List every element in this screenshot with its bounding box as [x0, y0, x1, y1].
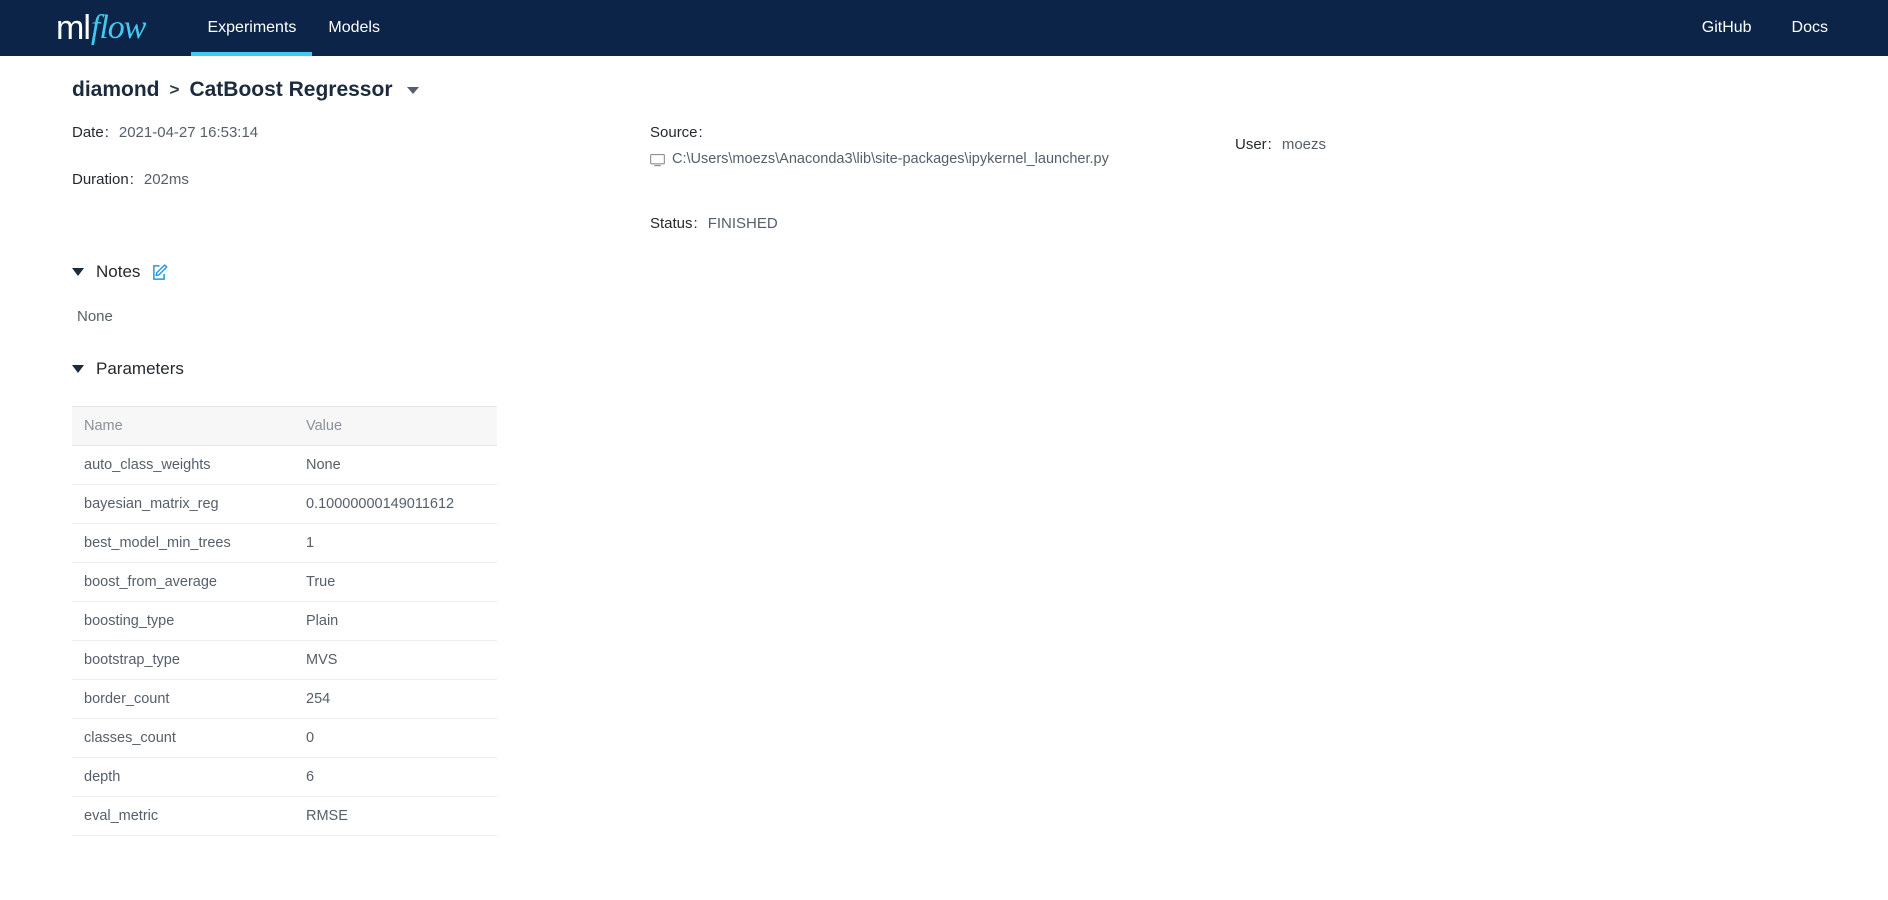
column-header-name[interactable]: Name	[72, 406, 294, 446]
nav-tab-experiments[interactable]: Experiments	[191, 0, 313, 56]
metadata-duration-row: Duration : 202ms	[72, 171, 258, 188]
table-row: depth 6	[72, 757, 497, 797]
nav-tab-models-label: Models	[328, 19, 380, 36]
notes-section-header[interactable]: Notes	[72, 262, 1888, 282]
monitor-icon	[650, 153, 665, 166]
metadata-column-left: Date : 2021-04-27 16:53:14 Duration : 20…	[72, 124, 258, 218]
table-row: auto_class_weights None	[72, 445, 497, 485]
metadata-source-colon: :	[698, 124, 703, 141]
metadata-date-colon: :	[104, 124, 109, 141]
nav-tab-models[interactable]: Models	[312, 0, 396, 56]
param-value-cell: RMSE	[294, 796, 497, 836]
metadata-status-row: Status : FINISHED	[650, 215, 1109, 232]
param-value-cell: 0.10000000149011612	[294, 484, 497, 524]
param-value-cell: None	[294, 445, 497, 485]
chevron-down-icon[interactable]	[406, 86, 419, 94]
metadata-date-label: Date	[72, 124, 104, 141]
breadcrumb: diamond > CatBoost Regressor	[0, 56, 1888, 102]
param-name-cell: best_model_min_trees	[72, 523, 294, 563]
breadcrumb-separator-icon: >	[169, 80, 180, 99]
param-name-cell: depth	[72, 757, 294, 797]
table-row: boost_from_average True	[72, 562, 497, 602]
column-header-value[interactable]: Value	[294, 406, 497, 446]
parameters-title: Parameters	[96, 359, 184, 378]
primary-nav: Experiments Models	[191, 0, 396, 56]
run-metadata: Date : 2021-04-27 16:53:14 Duration : 20…	[0, 124, 1888, 234]
metadata-duration-value: 202ms	[143, 171, 189, 188]
param-name-cell: auto_class_weights	[72, 445, 294, 485]
param-name-cell: eval_metric	[72, 796, 294, 836]
secondary-nav: GitHub Docs	[1682, 0, 1848, 56]
nav-link-github-label: GitHub	[1701, 19, 1752, 36]
top-navigation-bar: ml flow Experiments Models GitHub Docs	[0, 0, 1888, 56]
parameters-section-header[interactable]: Parameters	[72, 359, 1888, 379]
metadata-duration-label: Duration	[72, 171, 129, 188]
notes-section: Notes None	[0, 262, 1888, 325]
param-name-cell: border_count	[72, 679, 294, 719]
metadata-source-label: Source	[650, 124, 698, 141]
metadata-user-value: moezs	[1281, 136, 1327, 153]
metadata-user-row: User : moezs	[1235, 136, 1326, 153]
param-name-cell: bayesian_matrix_reg	[72, 484, 294, 524]
status-badge: FINISHED	[707, 215, 778, 232]
notes-title: Notes	[96, 262, 141, 281]
table-row: border_count 254	[72, 679, 497, 719]
caret-down-icon	[72, 268, 84, 276]
metadata-duration-colon: :	[129, 171, 134, 188]
metadata-source-row: Source: C:\Users\moezs\Anaconda3\lib\sit…	[650, 124, 1109, 167]
param-value-cell: True	[294, 562, 497, 602]
parameters-table: Name Value auto_class_weights None bayesia…	[72, 406, 497, 836]
metadata-source-value: C:\Users\moezs\Anaconda3\lib\site-packag…	[672, 151, 1109, 167]
metadata-column-right: User : moezs	[1235, 136, 1326, 183]
caret-down-icon	[72, 365, 84, 373]
nav-tab-experiments-label: Experiments	[207, 19, 297, 36]
nav-link-docs-label: Docs	[1791, 19, 1828, 36]
metadata-status-colon: :	[693, 215, 698, 232]
metadata-date-value: 2021-04-27 16:53:14	[118, 124, 259, 141]
mlflow-logo[interactable]: ml flow	[56, 0, 155, 56]
param-name-cell: bootstrap_type	[72, 640, 294, 680]
table-row: classes_count 0	[72, 718, 497, 758]
metadata-source-label-wrap: Source:	[650, 124, 1109, 141]
metadata-date-row: Date : 2021-04-27 16:53:14	[72, 124, 258, 141]
param-value-cell: MVS	[294, 640, 497, 680]
param-value-cell: 0	[294, 718, 497, 758]
param-name-cell: classes_count	[72, 718, 294, 758]
logo-text-ml: ml	[56, 8, 91, 47]
nav-link-github[interactable]: GitHub	[1682, 19, 1772, 37]
table-row: boosting_type Plain	[72, 601, 497, 641]
nav-link-docs[interactable]: Docs	[1772, 19, 1848, 37]
table-row: bootstrap_type MVS	[72, 640, 497, 680]
table-row: best_model_min_trees 1	[72, 523, 497, 563]
parameters-table-head: Name Value	[72, 406, 497, 446]
metadata-status-label: Status	[650, 215, 693, 232]
page-title: CatBoost Regressor	[189, 78, 393, 101]
parameters-table-body: auto_class_weights None bayesian_matrix_re…	[72, 445, 497, 836]
param-value-cell: 1	[294, 523, 497, 563]
param-name-cell: boosting_type	[72, 601, 294, 641]
edit-pencil-square-icon[interactable]	[152, 263, 169, 281]
notes-body: None	[77, 308, 113, 325]
logo-text-flow: flow	[90, 9, 147, 46]
param-value-cell: 254	[294, 679, 497, 719]
table-row: eval_metric RMSE	[72, 796, 497, 836]
param-name-cell: boost_from_average	[72, 562, 294, 602]
table-row: bayesian_matrix_reg 0.10000000149011612	[72, 484, 497, 524]
param-value-cell: 6	[294, 757, 497, 797]
parameters-section: Parameters Name Value auto_class_weights…	[0, 359, 1888, 836]
metadata-user-colon: :	[1267, 136, 1272, 153]
param-value-cell: Plain	[294, 601, 497, 641]
metadata-source-link[interactable]: C:\Users\moezs\Anaconda3\lib\site-packag…	[650, 151, 1109, 167]
table-header-row: Name Value	[72, 406, 497, 446]
metadata-column-middle: Source: C:\Users\moezs\Anaconda3\lib\sit…	[650, 124, 1109, 262]
breadcrumb-experiment-link[interactable]: diamond	[72, 78, 160, 102]
metadata-user-label: User	[1235, 136, 1267, 153]
